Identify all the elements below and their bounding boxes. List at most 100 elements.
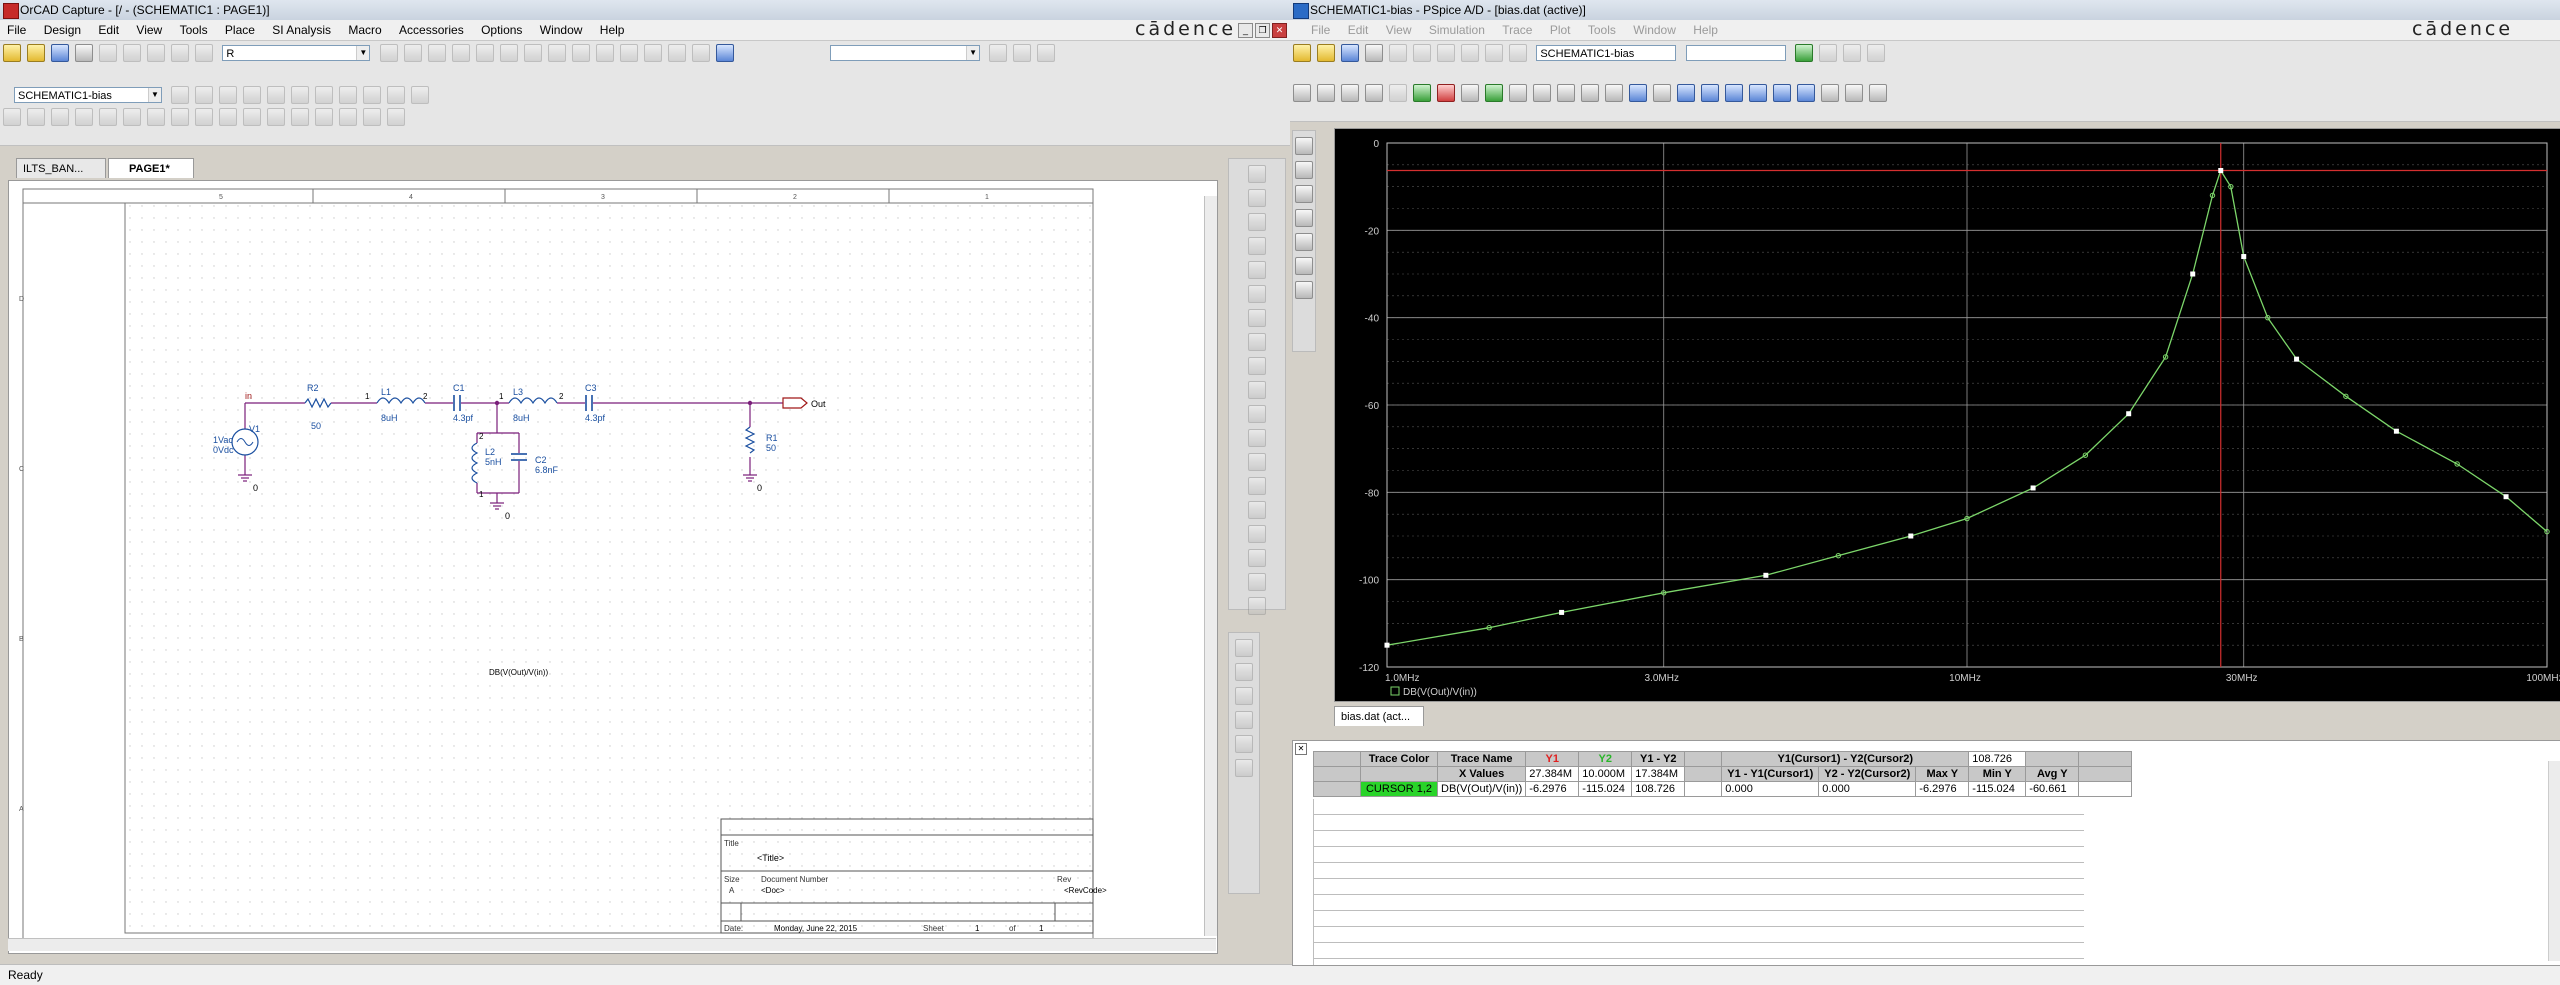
trough-icon[interactable]: [1653, 84, 1671, 102]
tool-k-icon[interactable]: [243, 108, 261, 126]
open-icon[interactable]: [27, 44, 45, 62]
snap-points-icon[interactable]: [1869, 84, 1887, 102]
crossref-icon[interactable]: [571, 44, 590, 62]
power-marker-icon[interactable]: [291, 86, 310, 104]
minimize-icon[interactable]: _: [1238, 23, 1253, 38]
settings-icon[interactable]: [1867, 44, 1886, 62]
bus-entry-icon[interactable]: [1248, 309, 1266, 327]
search-icon[interactable]: [1773, 84, 1791, 102]
pspice-print-icon[interactable]: [1365, 44, 1383, 62]
plot-tab[interactable]: bias.dat (act...: [1334, 706, 1424, 726]
chevron-down-icon[interactable]: ▼: [148, 88, 161, 102]
arc-icon[interactable]: [1248, 573, 1266, 591]
tool-a-icon[interactable]: [3, 108, 21, 126]
next-tran-icon[interactable]: [1797, 84, 1815, 102]
pspice-menu-tools[interactable]: Tools: [1581, 20, 1623, 37]
min-icon[interactable]: [1701, 84, 1719, 102]
add-y-axis-icon[interactable]: [1413, 84, 1431, 102]
hier-block-icon[interactable]: [1248, 381, 1266, 399]
pspice-find-icon[interactable]: [1509, 44, 1527, 62]
tool-g-icon[interactable]: [147, 108, 165, 126]
forward-icon[interactable]: [1037, 44, 1056, 62]
rectangle-icon[interactable]: [1248, 525, 1266, 543]
menu-edit[interactable]: Edit: [91, 20, 126, 37]
side-tool-4-icon[interactable]: [1295, 209, 1313, 227]
menu-help[interactable]: Help: [593, 20, 632, 37]
menu-options[interactable]: Options: [474, 20, 529, 37]
restore-icon[interactable]: ❐: [1255, 23, 1270, 38]
run-sim-icon[interactable]: [195, 86, 214, 104]
tool-d-icon[interactable]: [75, 108, 93, 126]
tool-q-icon[interactable]: [387, 108, 405, 126]
zoom-out-icon[interactable]: [403, 44, 422, 62]
menu-view[interactable]: View: [129, 20, 169, 37]
pspice-menu-file[interactable]: File: [1304, 20, 1337, 37]
netlist-icon[interactable]: [523, 44, 542, 62]
menu-design[interactable]: Design: [37, 20, 88, 37]
max-icon[interactable]: [1725, 84, 1743, 102]
tool-o-icon[interactable]: [339, 108, 357, 126]
pspice-undo-icon[interactable]: [1461, 44, 1479, 62]
side-tool-7-icon[interactable]: [1295, 281, 1313, 299]
pspice-part-icon[interactable]: [1235, 639, 1253, 657]
bias-i-icon[interactable]: [339, 86, 358, 104]
probe-vscrollbar[interactable]: [2548, 761, 2560, 961]
schematic-canvas[interactable]: 5 4 3 2 1 D C B A 1Vac 0Vdc V1 0 0 0 in …: [8, 180, 1218, 954]
pspice-menu-help[interactable]: Help: [1686, 20, 1725, 37]
line-icon[interactable]: [1248, 477, 1266, 495]
stop-icon[interactable]: [1843, 44, 1862, 62]
menu-window[interactable]: Window: [533, 20, 590, 37]
paste-icon[interactable]: [147, 44, 165, 62]
tool-j-icon[interactable]: [219, 108, 237, 126]
pspice-zoom-out-icon[interactable]: [1317, 84, 1335, 102]
project-icon[interactable]: [595, 44, 614, 62]
select-icon[interactable]: [1248, 165, 1266, 183]
grid-icon[interactable]: [643, 44, 662, 62]
tab-ilts[interactable]: ILTS_BAN...: [16, 158, 106, 178]
tool-p-icon[interactable]: [363, 108, 381, 126]
new-icon[interactable]: [3, 44, 21, 62]
tool-e-icon[interactable]: [99, 108, 117, 126]
side-tool-2-icon[interactable]: [1295, 161, 1313, 179]
tab-page1[interactable]: PAGE1*: [108, 158, 194, 178]
pspice-paste-icon[interactable]: [1437, 44, 1455, 62]
undo-icon[interactable]: [171, 44, 189, 62]
pspice-new-icon[interactable]: [1293, 44, 1311, 62]
fft-icon[interactable]: [1437, 84, 1455, 102]
pspice-zoom-area-icon[interactable]: [1341, 84, 1359, 102]
search-icon[interactable]: [989, 44, 1008, 62]
chevron-down-icon[interactable]: ▼: [356, 46, 370, 60]
pspice-save-icon[interactable]: [1341, 44, 1359, 62]
net-alias-icon[interactable]: [1248, 237, 1266, 255]
pspice-app-icon[interactable]: [1293, 3, 1309, 19]
voltage-marker-icon[interactable]: [243, 86, 262, 104]
off-page-connector[interactable]: [782, 397, 808, 409]
text-icon[interactable]: [1248, 597, 1266, 615]
wire-icon[interactable]: [1248, 213, 1266, 231]
polyline-icon[interactable]: [1248, 501, 1266, 519]
junction-icon[interactable]: [1248, 285, 1266, 303]
view-sim-icon[interactable]: [219, 86, 238, 104]
bias-w-icon[interactable]: [363, 86, 382, 104]
bom-icon[interactable]: [547, 44, 566, 62]
pspice-menu-trace[interactable]: Trace: [1495, 20, 1539, 37]
capture-right-combo[interactable]: ▼: [830, 45, 981, 61]
tool-l-icon[interactable]: [267, 108, 285, 126]
part-search-combo[interactable]: R ▼: [222, 45, 371, 61]
drc-icon[interactable]: [475, 44, 494, 62]
text-label-icon[interactable]: [1581, 84, 1599, 102]
menu-si-analysis[interactable]: SI Analysis: [265, 20, 338, 37]
bias-v-icon[interactable]: [315, 86, 334, 104]
tool-h-icon[interactable]: [171, 108, 189, 126]
peak-icon[interactable]: [1605, 84, 1623, 102]
pspice-misc-icon[interactable]: [1235, 759, 1253, 777]
point-icon[interactable]: [1749, 84, 1767, 102]
pspice-zoom-in-icon[interactable]: [1293, 84, 1311, 102]
pause-icon[interactable]: [1819, 44, 1838, 62]
prev-tran-icon[interactable]: [1821, 84, 1839, 102]
mark-data-icon[interactable]: [1845, 84, 1863, 102]
redo-icon[interactable]: [195, 44, 213, 62]
zoom-in-icon[interactable]: [379, 44, 398, 62]
power-icon[interactable]: [1248, 333, 1266, 351]
place-part-icon[interactable]: [1248, 189, 1266, 207]
